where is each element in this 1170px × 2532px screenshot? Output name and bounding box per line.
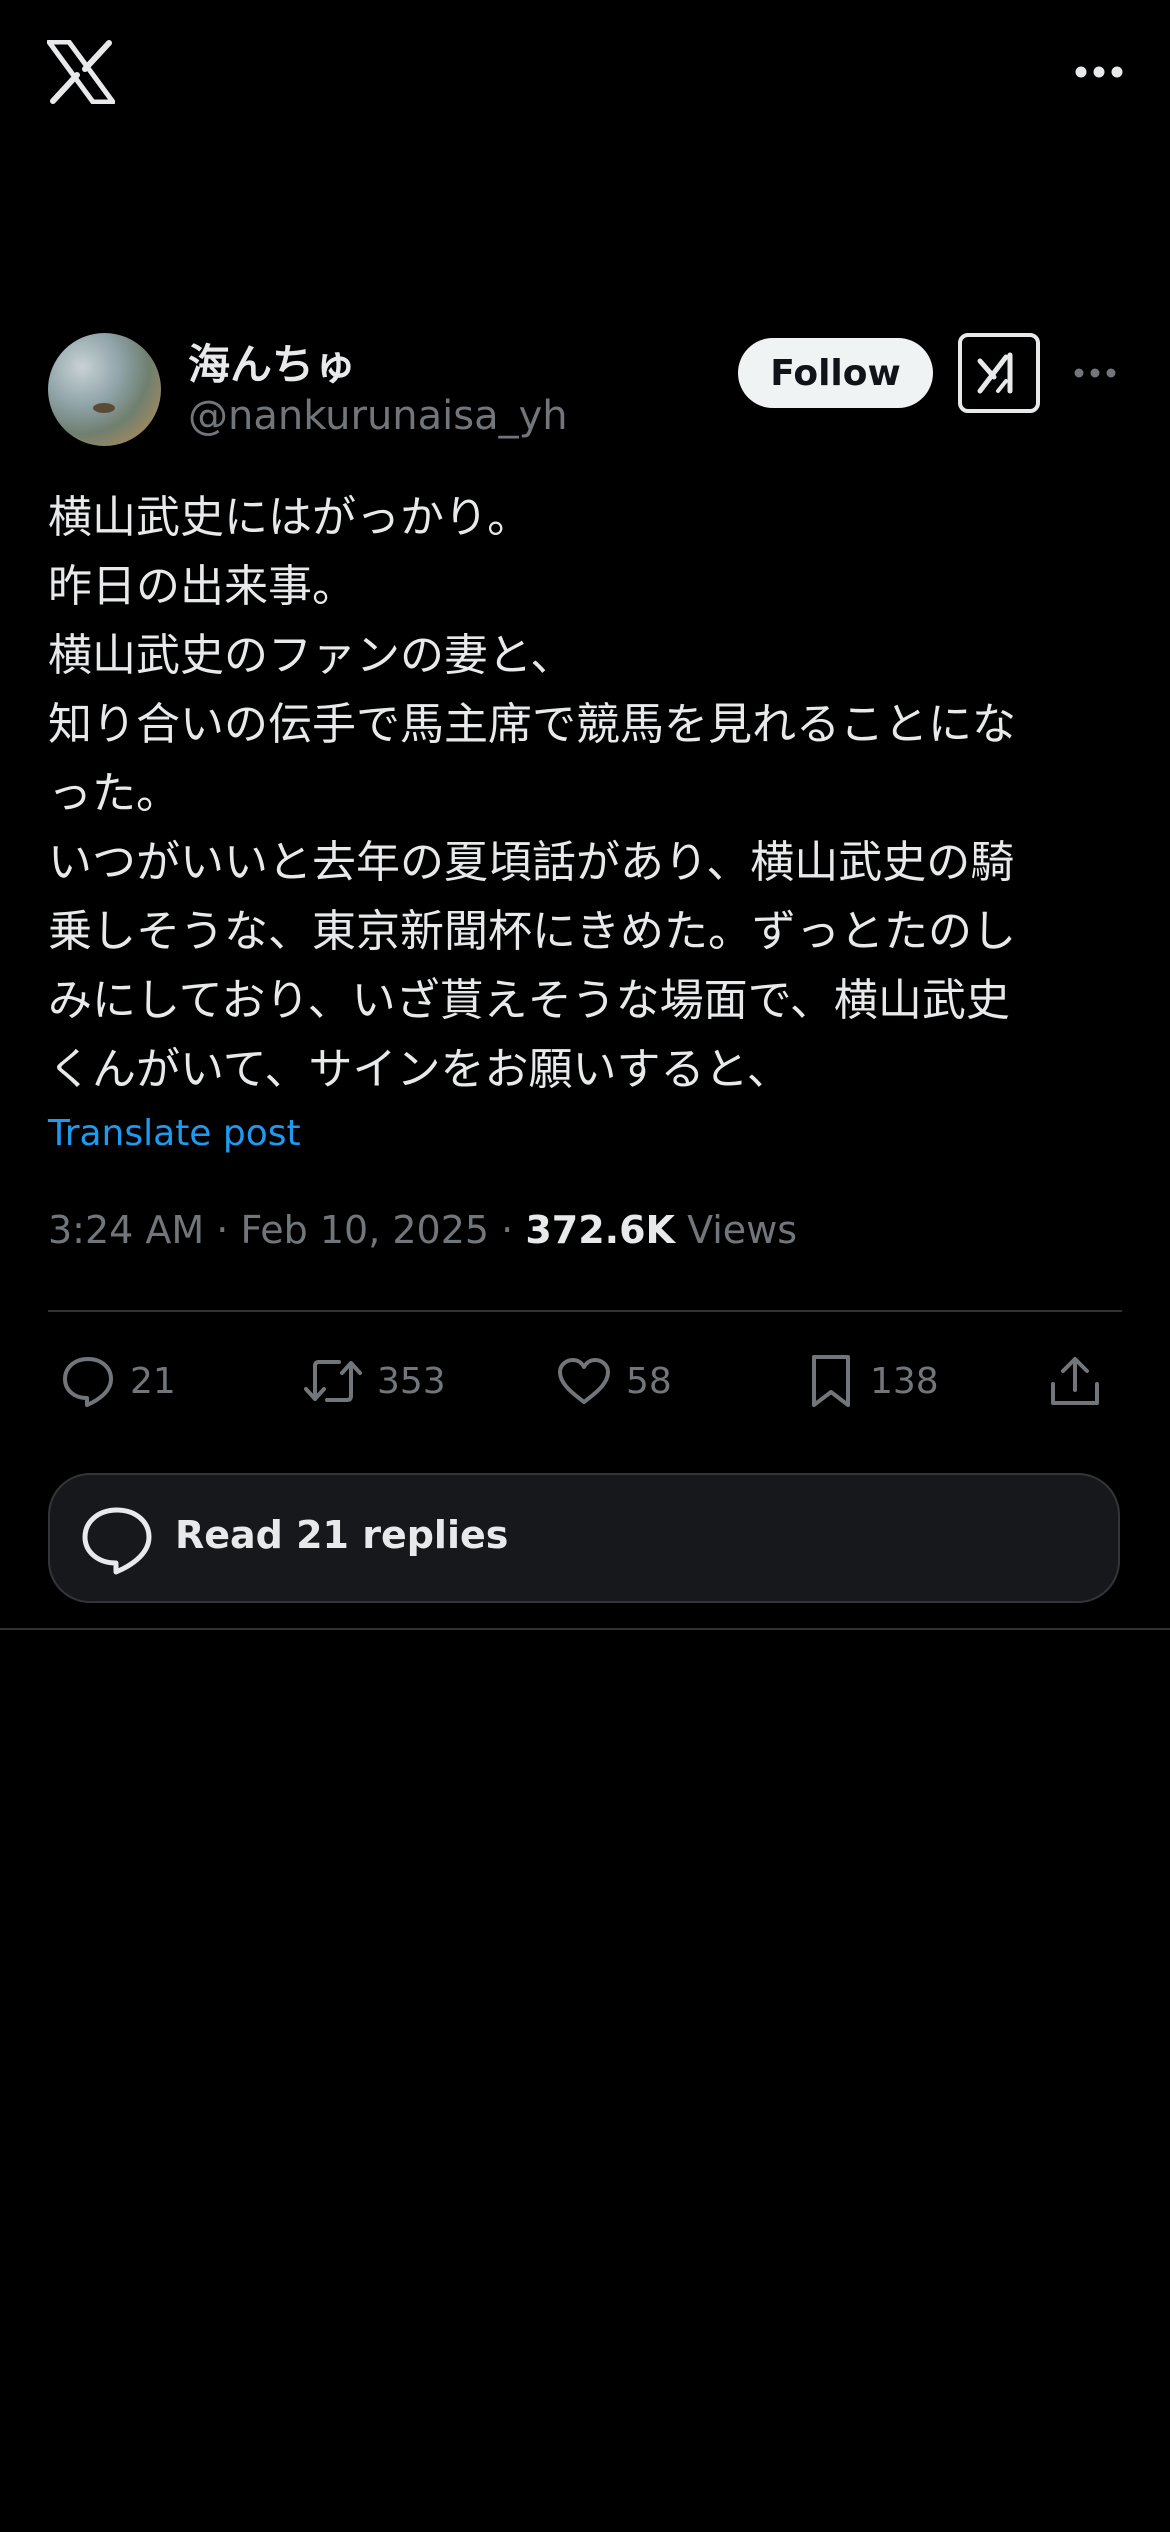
action-bar: 21 353 58 138 bbox=[48, 1345, 1122, 1417]
tweet-time[interactable]: 3:24 AM bbox=[48, 1208, 204, 1252]
grok-icon bbox=[977, 352, 1013, 394]
author-handle[interactable]: @nankurunaisa_yh bbox=[188, 393, 568, 439]
grok-button[interactable] bbox=[958, 333, 1040, 413]
read-replies-button[interactable]: Read 21 replies bbox=[48, 1473, 1120, 1603]
divider bbox=[0, 1628, 1170, 1630]
repost-button[interactable]: 353 bbox=[303, 1345, 446, 1417]
share-icon bbox=[1051, 1357, 1099, 1405]
tweet-meta: 3:24 AM · Feb 10, 2025 · 372.6K Views bbox=[48, 1208, 797, 1252]
tweet-date[interactable]: Feb 10, 2025 bbox=[240, 1208, 489, 1252]
repost-count: 353 bbox=[377, 1360, 446, 1402]
tweet-text: 横山武史にはがっかり。 昨日の出来事。 横山武史のファンの妻と、 知り合いの伝手… bbox=[48, 492, 1016, 1095]
follow-button[interactable]: Follow bbox=[738, 338, 933, 408]
reply-count: 21 bbox=[130, 1360, 176, 1402]
tweet-more-icon[interactable] bbox=[1073, 365, 1117, 381]
x-logo-icon[interactable] bbox=[46, 39, 116, 105]
read-replies-label: Read 21 replies bbox=[175, 1513, 509, 1557]
more-horizontal-icon[interactable] bbox=[1074, 64, 1124, 80]
reply-bubble-icon bbox=[82, 1507, 152, 1575]
author-display-name[interactable]: 海んちゅ bbox=[188, 331, 356, 392]
translate-post-link[interactable]: Translate post bbox=[48, 1113, 301, 1154]
bookmark-button[interactable]: 138 bbox=[806, 1345, 939, 1417]
tweet-header: 海んちゅ @nankurunaisa_yh Follow bbox=[48, 333, 1122, 448]
reply-button[interactable]: 21 bbox=[60, 1345, 176, 1417]
divider bbox=[48, 1310, 1122, 1312]
avatar[interactable] bbox=[48, 333, 161, 446]
reply-icon bbox=[63, 1357, 113, 1407]
top-bar bbox=[0, 0, 1170, 150]
meta-separator: · bbox=[501, 1208, 514, 1252]
repost-icon bbox=[304, 1360, 362, 1402]
heart-icon bbox=[558, 1358, 610, 1404]
like-button[interactable]: 58 bbox=[556, 1345, 672, 1417]
bookmark-icon bbox=[812, 1355, 850, 1407]
meta-separator: · bbox=[216, 1208, 229, 1252]
share-button[interactable] bbox=[1048, 1345, 1102, 1417]
views-label: Views bbox=[687, 1208, 798, 1252]
like-count: 58 bbox=[626, 1360, 672, 1402]
views-count[interactable]: 372.6K bbox=[525, 1208, 675, 1252]
bookmark-count: 138 bbox=[870, 1360, 939, 1402]
